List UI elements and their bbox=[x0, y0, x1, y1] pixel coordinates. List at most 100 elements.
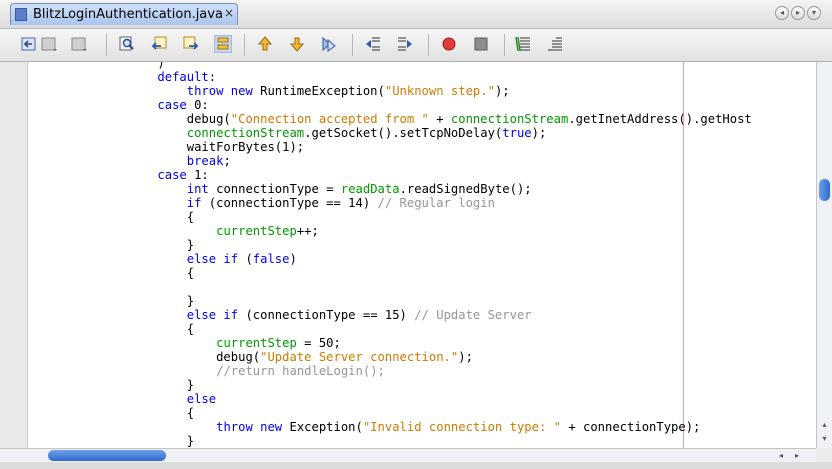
code-line[interactable]: } bbox=[40, 434, 752, 448]
stop-macro-icon[interactable] bbox=[472, 35, 490, 53]
code-token: false bbox=[252, 252, 290, 266]
code-line[interactable]: int connectionType = readData.readSigned… bbox=[40, 182, 752, 196]
code-token: + connectionType); bbox=[560, 420, 701, 434]
scroll-tabs-left-button[interactable]: ◂ bbox=[775, 6, 789, 20]
code-token: .getInetAddress().getHost bbox=[568, 112, 752, 126]
code-line[interactable]: throw new RuntimeException("Unknown step… bbox=[40, 84, 752, 98]
code-line[interactable]: currentStep = 50; bbox=[40, 336, 752, 350]
code-token: connectionStream bbox=[450, 112, 569, 126]
code-token: ); bbox=[494, 84, 510, 98]
history-icon[interactable] bbox=[70, 35, 88, 53]
code-token: int bbox=[186, 182, 217, 196]
vertical-scrollbar[interactable]: ▴ ▾ bbox=[816, 62, 832, 448]
code-line[interactable]: currentStep++; bbox=[40, 224, 752, 238]
scroll-up-button[interactable]: ▴ bbox=[818, 418, 831, 431]
tab-list-menu-button[interactable]: ▾ bbox=[807, 6, 821, 20]
code-token: currentStep bbox=[216, 224, 297, 238]
find-previous-icon[interactable] bbox=[150, 35, 168, 53]
shift-left-icon[interactable] bbox=[364, 35, 382, 53]
code-line[interactable]: else if (false) bbox=[40, 252, 752, 266]
code-editor[interactable]: ) default: throw new RuntimeException("U… bbox=[0, 62, 816, 448]
search-icon[interactable] bbox=[118, 35, 136, 53]
code-line[interactable]: case 1: bbox=[40, 168, 752, 182]
code-token: currentStep bbox=[216, 336, 297, 350]
code-token: throw new bbox=[216, 420, 290, 434]
code-token: Exception( bbox=[289, 420, 363, 434]
code-token: ); bbox=[531, 126, 547, 140]
code-token: readData bbox=[340, 182, 400, 196]
code-token: } bbox=[40, 238, 195, 252]
code-line[interactable]: throw new Exception("Invalid connection … bbox=[40, 420, 752, 434]
code-line[interactable]: } bbox=[40, 378, 752, 392]
code-token: // Regular login bbox=[377, 196, 495, 210]
code-line[interactable]: { bbox=[40, 406, 752, 420]
code-token: } bbox=[40, 378, 195, 392]
code-token: else if bbox=[186, 308, 246, 322]
back-icon[interactable] bbox=[20, 35, 38, 53]
line-gutter[interactable] bbox=[0, 62, 28, 448]
code-line[interactable]: debug("Update Server connection."); bbox=[40, 350, 752, 364]
code-token: debug( bbox=[40, 350, 261, 364]
code-token: .getSocket().setTcpNoDelay( bbox=[304, 126, 503, 140]
next-bookmark-icon[interactable] bbox=[288, 35, 306, 53]
code-line[interactable]: waitForBytes(1); bbox=[40, 140, 752, 154]
code-line[interactable]: default: bbox=[40, 70, 752, 84]
code-token: "Connection accepted from " bbox=[230, 112, 429, 126]
code-token: else if bbox=[186, 252, 246, 266]
code-token: = 50; bbox=[296, 336, 341, 350]
code-token: else bbox=[186, 392, 217, 406]
code-token: 1: bbox=[194, 168, 209, 182]
code-token: ) bbox=[40, 62, 173, 70]
shift-right-icon[interactable] bbox=[396, 35, 414, 53]
close-tab-icon[interactable]: × bbox=[224, 6, 234, 20]
scroll-right-button[interactable]: ▸ bbox=[790, 449, 804, 462]
code-line[interactable]: { bbox=[40, 322, 752, 336]
code-token: ; bbox=[223, 154, 231, 168]
code-text[interactable]: ) default: throw new RuntimeException("U… bbox=[40, 62, 752, 448]
code-line[interactable]: } bbox=[40, 238, 752, 252]
uncomment-icon[interactable] bbox=[546, 35, 564, 53]
code-line[interactable]: { bbox=[40, 210, 752, 224]
code-token: throw new bbox=[186, 84, 261, 98]
code-line[interactable]: if (connectionType == 14) // Regular log… bbox=[40, 196, 752, 210]
find-next-icon[interactable] bbox=[182, 35, 200, 53]
toggle-bookmark-icon[interactable] bbox=[320, 35, 338, 53]
code-line[interactable]: debug("Connection accepted from " + conn… bbox=[40, 112, 752, 126]
scroll-tabs-right-button[interactable]: ▸ bbox=[791, 6, 805, 20]
code-line[interactable]: else if (connectionType == 15) // Update… bbox=[40, 308, 752, 322]
code-token: ) bbox=[289, 252, 297, 266]
code-token: ); bbox=[458, 350, 473, 364]
code-token: waitForBytes(1); bbox=[40, 140, 305, 154]
vertical-scroll-thumb[interactable] bbox=[819, 179, 830, 201]
code-line[interactable]: { bbox=[40, 266, 752, 280]
editor-toolbar bbox=[0, 29, 832, 62]
code-token: + bbox=[428, 112, 451, 126]
code-line[interactable]: break; bbox=[40, 154, 752, 168]
code-line[interactable]: case 0: bbox=[40, 98, 752, 112]
editor-tab[interactable]: BlitzLoginAuthentication.java × bbox=[10, 3, 238, 25]
toolbar-separator bbox=[244, 34, 245, 56]
code-line[interactable]: //return handleLogin(); bbox=[40, 364, 752, 378]
code-token: { bbox=[40, 406, 195, 420]
code-line[interactable]: ) bbox=[40, 62, 752, 70]
start-macro-icon[interactable] bbox=[440, 35, 458, 53]
horizontal-scrollbar[interactable]: ◂ ▸ bbox=[0, 448, 816, 462]
code-token: (connectionType == 15) bbox=[245, 308, 415, 322]
code-line[interactable]: } bbox=[40, 294, 752, 308]
forward-icon[interactable] bbox=[40, 35, 58, 53]
previous-bookmark-icon[interactable] bbox=[256, 35, 274, 53]
code-line[interactable]: ​ bbox=[40, 280, 752, 294]
toggle-highlight-icon[interactable] bbox=[214, 35, 232, 53]
code-line[interactable]: connectionStream.getSocket().setTcpNoDel… bbox=[40, 126, 752, 140]
horizontal-scroll-thumb[interactable] bbox=[48, 450, 166, 461]
scroll-left-button[interactable]: ◂ bbox=[774, 449, 788, 462]
comment-icon[interactable] bbox=[514, 35, 532, 53]
scroll-down-button[interactable]: ▾ bbox=[818, 432, 831, 445]
code-line[interactable]: else bbox=[40, 392, 752, 406]
code-token: connectionType = bbox=[216, 182, 341, 196]
